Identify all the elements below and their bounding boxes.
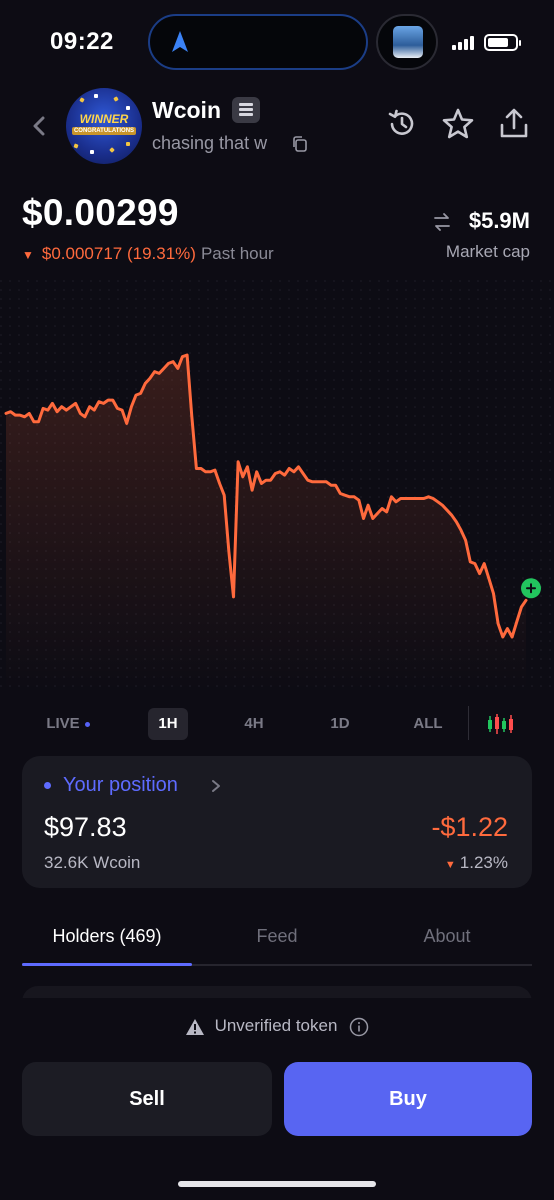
timeframe-selector: LIVE 1H 4H 1D ALL [0, 704, 554, 744]
position-pnl-percent-row: ▼ 1.23% [445, 853, 508, 873]
share-icon[interactable] [496, 106, 532, 142]
market-cap-label: Market cap [445, 242, 530, 261]
position-value: $97.83 [44, 812, 127, 842]
info-icon[interactable] [349, 1017, 369, 1037]
active-tab-indicator [22, 963, 192, 966]
chevron-right-icon [212, 780, 220, 792]
position-card[interactable]: Your position $97.83 32.6K Wcoin -$1.22 … [22, 756, 532, 888]
avatar-congrats-text: CONGRATULATIONS [72, 127, 136, 135]
position-pnl: -$1.22 [431, 812, 508, 842]
copy-icon[interactable] [291, 135, 309, 153]
price-chart[interactable] [0, 280, 554, 690]
current-price: $0.00299 [22, 192, 179, 233]
buy-button[interactable]: Buy [284, 1062, 532, 1136]
add-marker-icon[interactable] [521, 578, 541, 599]
thumbnail-image [393, 26, 423, 58]
info-tabs: Holders (469) Feed About [22, 922, 532, 966]
live-label: LIVE [46, 715, 80, 732]
position-dot-icon [44, 782, 51, 790]
position-amount: 32.6K Wcoin [44, 853, 141, 872]
live-dot-icon [84, 721, 90, 727]
chain-icon [232, 97, 260, 123]
price-change-row: ▼ $0.000717 (19.31%) Past hour [22, 244, 274, 264]
tab-1h[interactable]: 1H [148, 708, 188, 740]
tab-about[interactable]: About [362, 926, 532, 947]
status-bar: 09:22 [0, 0, 554, 80]
down-triangle-icon: ▼ [444, 859, 456, 871]
navigation-arrow-icon [172, 31, 188, 52]
tab-4h[interactable]: 4H [234, 708, 274, 740]
star-icon[interactable] [440, 106, 476, 142]
position-title-row: Your position [44, 774, 178, 797]
cellular-signal-icon [452, 36, 476, 50]
status-time: 09:22 [50, 28, 114, 55]
tab-1d[interactable]: 1D [320, 708, 360, 740]
position-pnl-percent: 1.23% [459, 853, 508, 872]
unverified-label: Unverified token [214, 1016, 338, 1035]
now-playing-thumbnail[interactable] [376, 14, 438, 70]
market-cap-value[interactable]: $5.9M [469, 208, 530, 234]
swap-arrows-icon[interactable] [432, 212, 452, 232]
token-description: chasing that w [152, 133, 268, 153]
battery-icon [484, 34, 521, 51]
token-header: WINNER CONGRATULATIONS Wcoin chasing tha… [0, 84, 554, 170]
avatar-winner-text: WINNER [79, 112, 129, 126]
price-change-period: Past hour [200, 244, 274, 263]
candlestick-chart-icon[interactable] [486, 712, 514, 736]
token-avatar: WINNER CONGRATULATIONS [66, 88, 142, 164]
sell-button[interactable]: Sell [22, 1062, 272, 1136]
divider [468, 706, 469, 740]
home-indicator [178, 1181, 376, 1187]
unverified-token-notice: Unverified token [0, 1016, 554, 1037]
tab-feed[interactable]: Feed [192, 926, 362, 947]
price-change-value: $0.000717 (19.31%) [41, 244, 196, 263]
position-title: Your position [63, 774, 178, 796]
tab-live[interactable]: LIVE [36, 708, 100, 740]
tab-holders[interactable]: Holders (469) [22, 926, 192, 947]
back-icon[interactable] [24, 110, 56, 142]
dynamic-island[interactable] [148, 14, 368, 70]
tab-all[interactable]: ALL [406, 708, 450, 740]
token-name: Wcoin [152, 97, 221, 123]
down-triangle-icon: ▼ [22, 248, 34, 262]
warning-icon [185, 1018, 204, 1035]
history-icon[interactable] [384, 106, 420, 142]
